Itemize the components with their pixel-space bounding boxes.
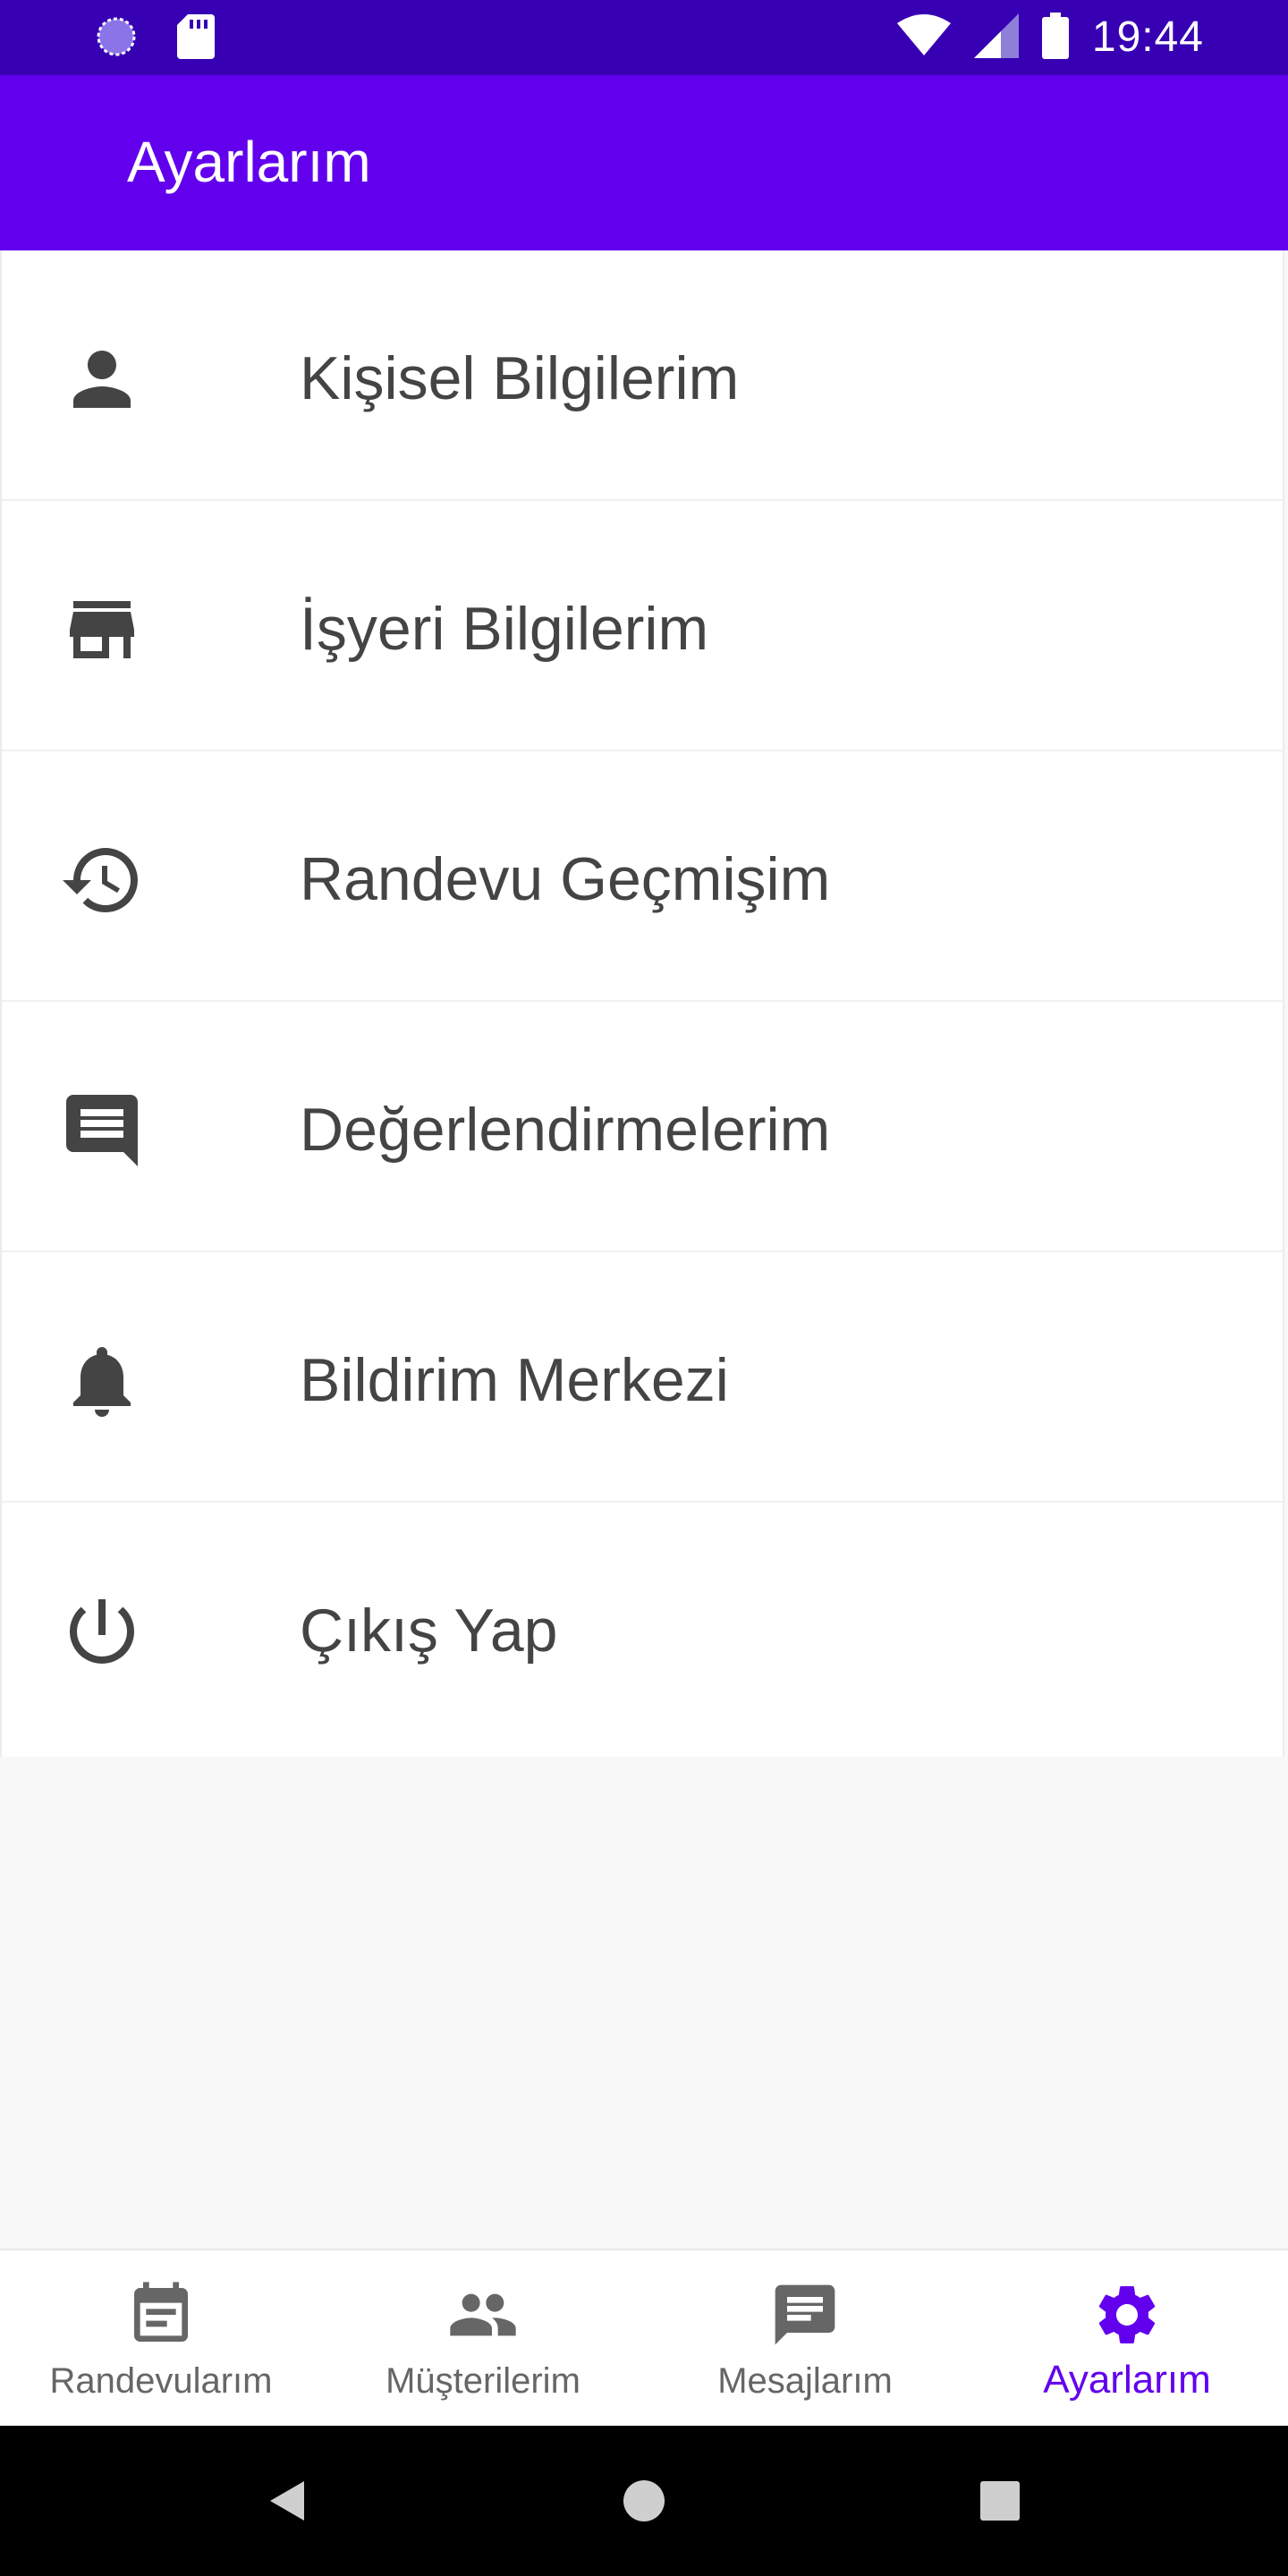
- person-icon: [59, 336, 145, 422]
- home-icon[interactable]: [608, 2465, 680, 2537]
- data-saver-icon: [95, 15, 138, 63]
- nav-label: Müşterilerim: [386, 2361, 580, 2401]
- menu-item-personal-info[interactable]: Kişisel Bilgilerim: [2, 250, 1283, 501]
- nav-appointments[interactable]: Randevularım: [0, 2250, 322, 2428]
- people-icon: [447, 2279, 519, 2351]
- menu-item-label: Çıkış Yap: [300, 1597, 558, 1665]
- store-icon: [59, 587, 145, 673]
- comment-icon: [59, 1088, 145, 1174]
- nav-settings[interactable]: Ayarlarım: [966, 2250, 1288, 2428]
- menu-item-workplace-info[interactable]: İşyeri Bilgilerim: [2, 501, 1283, 751]
- menu-item-notification-center[interactable]: Bildirim Merkezi: [2, 1252, 1283, 1503]
- page-title: Ayarlarım: [127, 130, 371, 194]
- sd-card-icon: [177, 14, 215, 64]
- settings-icon: [1091, 2279, 1163, 2351]
- back-icon[interactable]: [250, 2465, 322, 2537]
- calendar-icon: [125, 2279, 197, 2351]
- nav-label: Randevularım: [49, 2361, 273, 2401]
- bell-icon: [59, 1338, 145, 1424]
- nav-label: Mesajlarım: [717, 2361, 893, 2401]
- nav-label: Ayarlarım: [1043, 2358, 1211, 2402]
- bottom-navigation: Randevularım Müşterilerim Mesajlarım Aya…: [0, 2249, 1288, 2428]
- nav-customers[interactable]: Müşterilerim: [322, 2250, 644, 2428]
- system-navigation-bar: [0, 2426, 1288, 2576]
- status-bar: 19:44: [0, 0, 1288, 75]
- menu-item-label: Randevu Geçmişim: [300, 845, 831, 913]
- wifi-icon: [896, 13, 951, 62]
- menu-item-label: Bildirim Merkezi: [300, 1346, 729, 1414]
- menu-item-label: İşyeri Bilgilerim: [300, 595, 709, 663]
- settings-list: Kişisel Bilgilerim İşyeri Bilgilerim Ran…: [0, 250, 1284, 1757]
- history-icon: [59, 837, 145, 923]
- nav-messages[interactable]: Mesajlarım: [644, 2250, 966, 2428]
- recents-icon[interactable]: [964, 2465, 1036, 2537]
- power-icon: [59, 1589, 145, 1674]
- app-bar: Ayarlarım: [0, 75, 1288, 250]
- menu-item-appointment-history[interactable]: Randevu Geçmişim: [2, 751, 1283, 1002]
- status-time: 19:44: [1091, 13, 1204, 61]
- chat-icon: [769, 2279, 841, 2351]
- menu-item-label: Değerlendirmelerim: [300, 1096, 831, 1164]
- menu-item-reviews[interactable]: Değerlendirmelerim: [2, 1002, 1283, 1252]
- signal-icon: [973, 13, 1019, 63]
- menu-item-label: Kişisel Bilgilerim: [300, 344, 740, 412]
- battery-icon: [1041, 12, 1069, 64]
- menu-item-logout[interactable]: Çıkış Yap: [2, 1503, 1283, 1753]
